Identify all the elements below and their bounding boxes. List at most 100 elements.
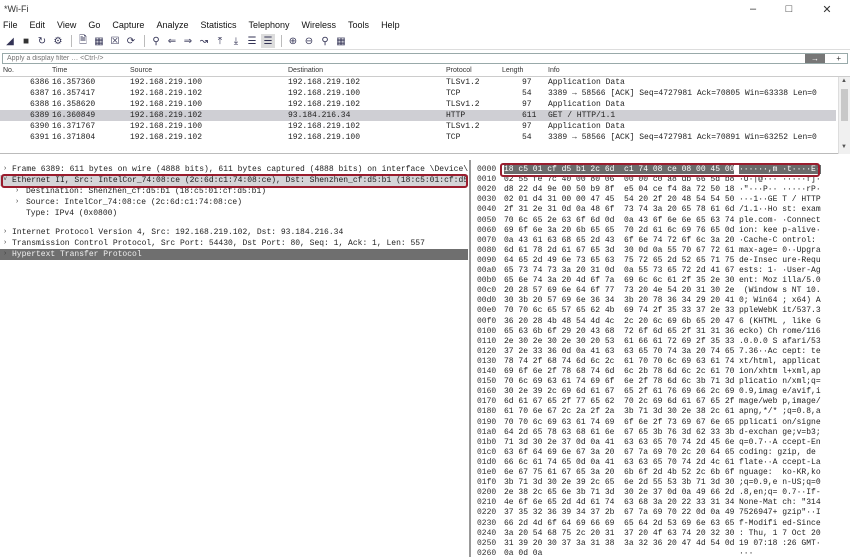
last-packet-icon[interactable]: ⤓ — [229, 34, 243, 48]
ascii-bytes[interactable]: xt/html, applicat — [739, 357, 821, 366]
ascii-bytes[interactable]: pplicati on/signe — [739, 418, 821, 427]
open-file-icon[interactable]: 🗎 — [76, 34, 90, 48]
ascii-bytes[interactable]: ion/xhtm l+xml,ap — [739, 367, 821, 376]
add-filter-expression-button[interactable]: + — [836, 54, 841, 63]
hex-bytes[interactable]: 2e 30 2e 30 2e 30 20 53 61 66 61 72 69 2… — [504, 337, 734, 346]
column-header-protocol[interactable]: Protocol — [446, 67, 472, 74]
hex-bytes[interactable]: 3b 71 3d 30 2e 39 2c 65 6e 2d 55 53 3b 7… — [504, 478, 734, 487]
column-header-source[interactable]: Source — [130, 67, 152, 74]
hex-bytes[interactable]: 65 6e 74 3a 20 4d 6f 7a 69 6c 6c 61 2f 3… — [504, 276, 734, 285]
hex-bytes[interactable]: 66 6c 61 74 65 0d 0a 41 63 63 65 70 74 2… — [504, 458, 734, 467]
autoscroll-icon[interactable]: ☰ — [245, 34, 259, 48]
go-forward-icon[interactable]: ⇒ — [181, 34, 195, 48]
hex-bytes[interactable]: 30 2e 39 2c 69 6d 61 67 65 2f 61 76 69 6… — [504, 387, 734, 396]
expand-arrow-icon[interactable]: › — [3, 228, 7, 236]
hex-bytes[interactable]: 36 20 28 4b 48 54 4d 4c 2c 20 6c 69 6b 6… — [504, 317, 734, 326]
ascii-bytes[interactable]: f-Modifi ed-Since — [739, 519, 821, 528]
colorize-icon[interactable]: ☰ — [261, 34, 275, 48]
ascii-bytes[interactable]: de-Insec ure-Requ — [739, 256, 821, 265]
hex-bytes[interactable]: 71 3d 30 2e 37 0d 0a 41 63 63 65 70 74 2… — [504, 438, 734, 447]
zoom-out-icon[interactable]: ⊖ — [302, 34, 316, 48]
ascii-bytes[interactable]: 7526947+ gzip"··I — [739, 508, 821, 517]
ascii-bytes[interactable]: : Thu, 1 7 Oct 20 — [739, 529, 821, 538]
menu-telephony[interactable]: Telephony — [248, 20, 289, 30]
hex-bytes[interactable]: 64 65 2d 49 6e 73 65 63 75 72 65 2d 52 6… — [504, 256, 734, 265]
scroll-thumb[interactable] — [841, 89, 848, 121]
ascii-bytes[interactable]: mage/web p,image/ — [739, 397, 821, 406]
hex-bytes[interactable]: 70 6c 69 63 61 74 69 6f 6e 2f 78 6d 6c 3… — [504, 377, 734, 386]
menu-go[interactable]: Go — [88, 20, 100, 30]
ascii-bytes[interactable]: max-age= 0··Upgra — [739, 246, 821, 255]
detail-tree-row[interactable]: › Source: IntelCor_74:08:ce (2c:6d:c1:74:… — [0, 197, 468, 208]
ascii-bytes[interactable]: 0.9,imag e/avif,i — [739, 387, 821, 396]
close-file-icon[interactable]: ☒ — [108, 34, 122, 48]
ascii-bytes[interactable]: coding: gzip, de — [739, 448, 816, 457]
ascii-bytes[interactable]: nguage: ko-KR,ko — [739, 468, 821, 477]
menu-tools[interactable]: Tools — [348, 20, 369, 30]
expand-arrow-icon[interactable]: › — [3, 250, 7, 258]
hex-bytes[interactable]: 02 01 d4 31 00 00 47 45 54 20 2f 20 48 5… — [504, 195, 734, 204]
ascii-bytes[interactable]: ·"···P·· ·····rP· — [739, 185, 821, 194]
expand-arrow-icon[interactable]: › — [15, 187, 19, 195]
hex-bytes[interactable]: 70 6c 65 2e 63 6f 6d 0d 0a 43 6f 6e 6e 6… — [504, 216, 734, 225]
column-header-no[interactable]: No. — [3, 67, 14, 74]
menu-wireless[interactable]: Wireless — [302, 20, 337, 30]
hex-bytes[interactable]: 0a 43 61 63 68 65 2d 43 6f 6e 74 72 6f 6… — [504, 236, 734, 245]
ascii-bytes[interactable]: 19 07:18 :26 GMT· — [739, 539, 821, 548]
hex-bytes[interactable]: 63 6f 64 69 6e 67 3a 20 67 7a 69 70 2c 2… — [504, 448, 734, 457]
hex-bytes[interactable]: 65 73 74 73 3a 20 31 0d 0a 55 73 65 72 2… — [504, 266, 734, 275]
expand-arrow-icon[interactable]: › — [3, 239, 7, 247]
go-to-packet-icon[interactable]: ↝ — [197, 34, 211, 48]
reload-file-icon[interactable]: ⟳ — [124, 34, 138, 48]
ascii-bytes[interactable]: ·Cache-C ontrol: — [739, 236, 821, 245]
expand-arrow-icon[interactable]: › — [15, 198, 19, 206]
hex-bytes[interactable]: 78 74 2f 68 74 6d 6c 2c 61 70 70 6c 69 6… — [504, 357, 734, 366]
hex-bytes[interactable]: 65 63 6b 6f 29 20 43 68 72 6f 6d 65 2f 3… — [504, 327, 734, 336]
hex-bytes[interactable]: 61 70 6e 67 2c 2a 2f 2a 3b 71 3d 30 2e 3… — [504, 407, 734, 416]
detail-tree-row[interactable]: › Internet Protocol Version 4, Src: 192.1… — [0, 227, 468, 238]
zoom-reset-icon[interactable]: ⚲ — [318, 34, 332, 48]
ascii-bytes[interactable]: ent: Moz illa/5.0 — [739, 276, 821, 285]
packet-row[interactable]: 6389 16.360849 192.168.219.102 93.184.216.3… — [0, 110, 836, 121]
ascii-bytes[interactable]: plicatio n/xml;q= — [739, 377, 821, 386]
ascii-bytes[interactable]: 0; Win64 ; x64) A — [739, 296, 821, 305]
ascii-bytes[interactable]: 7.36··Ac cept: te — [739, 347, 821, 356]
ascii-bytes[interactable]: .0.0.0 S afari/53 — [739, 337, 821, 346]
find-packet-icon[interactable]: ⚲ — [149, 34, 163, 48]
apply-filter-button[interactable]: → — [805, 54, 825, 63]
hex-bytes[interactable]: 70 70 6c 69 63 61 74 69 6f 6e 2f 73 69 6… — [504, 418, 734, 427]
hex-bytes[interactable]: 70 70 6c 65 57 65 62 4b 69 74 2f 35 33 3… — [504, 306, 734, 315]
menu-capture[interactable]: Capture — [112, 20, 144, 30]
menu-file[interactable]: File — [3, 20, 18, 30]
maximize-button[interactable]: □ — [772, 0, 806, 18]
ascii-bytes[interactable]: ···1··GE T / HTTP — [739, 195, 821, 204]
scroll-up-icon[interactable]: ▲ — [841, 78, 847, 84]
capture-options-icon[interactable]: ⚙ — [51, 34, 65, 48]
hex-bytes[interactable]: 6e 67 75 61 67 65 3a 20 6b 6f 2d 4b 52 2… — [504, 468, 734, 477]
hex-bytes[interactable]: 2e 38 2c 65 6e 3b 71 3d 30 2e 37 0d 0a 4… — [504, 488, 734, 497]
hex-bytes[interactable]: 69 6f 6e 3a 20 6b 65 65 70 2d 61 6c 69 7… — [504, 226, 734, 235]
ascii-bytes[interactable]: q=0.7··A ccept-En — [739, 438, 821, 447]
ascii-bytes[interactable]: apng,*/* ;q=0.8,a — [739, 407, 821, 416]
display-filter-input[interactable] — [3, 55, 793, 62]
packet-row[interactable]: 6386 16.357360 192.168.219.100 192.168.219.… — [0, 77, 836, 88]
hex-bytes[interactable]: 6d 61 78 2d 61 67 65 3d 30 0d 0a 55 70 6… — [504, 246, 734, 255]
packet-row[interactable]: 6388 16.358620 192.168.219.100 192.168.219.… — [0, 99, 836, 110]
column-header-time[interactable]: Time — [52, 67, 67, 74]
hex-bytes[interactable]: 69 6f 6e 2f 78 68 74 6d 6c 2b 78 6d 6c 2… — [504, 367, 734, 376]
column-header-destination[interactable]: Destination — [288, 67, 323, 74]
ascii-bytes[interactable]: ecko) Ch rome/116 — [739, 327, 821, 336]
hex-bytes[interactable]: 37 35 32 36 39 34 37 2b 67 7a 69 70 22 0… — [504, 508, 734, 517]
start-capture-icon[interactable]: ◢ — [3, 34, 17, 48]
ascii-bytes[interactable]: flate··A ccept-La — [739, 458, 821, 467]
ascii-bytes[interactable]: ··· — [739, 549, 753, 557]
ascii-bytes[interactable]: None-Mat ch: "314 — [739, 498, 821, 507]
menu-analyze[interactable]: Analyze — [156, 20, 188, 30]
packet-list-scrollbar[interactable]: ▲ ▼ — [838, 77, 850, 154]
zoom-in-icon[interactable]: ⊕ — [286, 34, 300, 48]
hex-bytes[interactable]: 2f 31 2e 31 0d 0a 48 6f 73 74 3a 20 65 7… — [504, 205, 734, 214]
restart-capture-icon[interactable]: ↻ — [35, 34, 49, 48]
hex-bytes[interactable]: 37 2e 33 36 0d 0a 41 63 63 65 70 74 3a 2… — [504, 347, 734, 356]
detail-tree-row[interactable]: Type: IPv4 (0x0800) — [0, 208, 468, 219]
detail-tree-row[interactable]: › Hypertext Transfer Protocol — [0, 249, 468, 260]
